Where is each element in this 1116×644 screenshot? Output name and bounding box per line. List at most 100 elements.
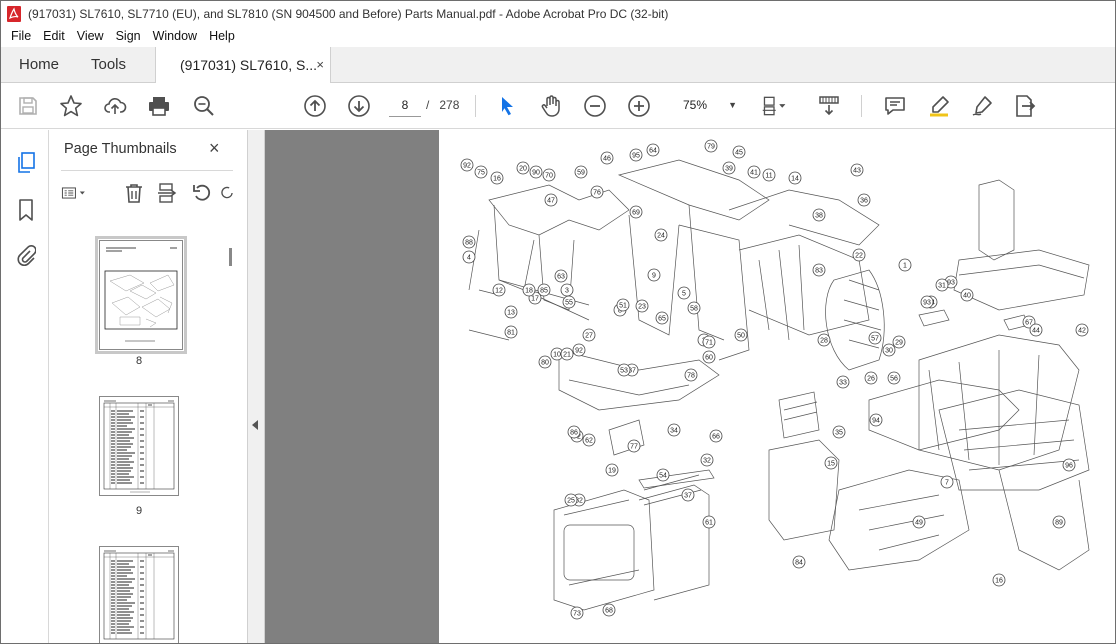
thumbnail-page-8[interactable] bbox=[95, 236, 187, 354]
part-callout: 5 bbox=[677, 286, 691, 300]
callout-number: 15 bbox=[827, 461, 835, 468]
callout-number: 63 bbox=[557, 274, 565, 281]
page-thumbnails-icon[interactable] bbox=[13, 150, 39, 176]
close-panel-icon[interactable]: × bbox=[209, 138, 220, 159]
part-callout: 75 bbox=[474, 165, 488, 179]
menu-view[interactable]: View bbox=[71, 26, 110, 46]
zoom-out-icon[interactable] bbox=[582, 93, 608, 119]
callout-number: 79 bbox=[707, 144, 715, 151]
page-display-icon[interactable] bbox=[761, 93, 787, 119]
thumbnail-options-icon[interactable] bbox=[61, 180, 87, 206]
hand-tool-icon[interactable] bbox=[538, 93, 564, 119]
thumbnail-page-10[interactable] bbox=[99, 546, 179, 643]
zoom-search-icon[interactable] bbox=[191, 93, 217, 119]
zoom-select[interactable]: 75% ▼ bbox=[669, 93, 745, 117]
menu-edit[interactable]: Edit bbox=[37, 26, 71, 46]
part-callout: 81 bbox=[504, 325, 518, 339]
highlight-pen-icon[interactable] bbox=[926, 93, 952, 119]
callout-number: 69 bbox=[632, 210, 640, 217]
callout-number: 60 bbox=[705, 355, 713, 362]
callout-number: 92 bbox=[463, 163, 471, 170]
callout-number: 49 bbox=[915, 520, 923, 527]
callout-number: 40 bbox=[963, 293, 971, 300]
part-callout: 11 bbox=[762, 168, 776, 182]
callout-number: 47 bbox=[547, 198, 555, 205]
next-page-icon[interactable] bbox=[346, 93, 372, 119]
part-callout: 40 bbox=[960, 288, 974, 302]
part-callout: 45 bbox=[732, 145, 746, 159]
bookmarks-icon[interactable] bbox=[13, 197, 39, 223]
callout-number: 93 bbox=[923, 300, 931, 307]
part-callout: 42 bbox=[1075, 323, 1089, 337]
diagram-linework bbox=[468, 159, 1090, 611]
callout-number: 27 bbox=[585, 333, 593, 340]
previous-page-icon[interactable] bbox=[302, 93, 328, 119]
part-callout: 27 bbox=[582, 328, 596, 342]
fill-sign-icon[interactable] bbox=[969, 93, 995, 119]
part-callout: 68 bbox=[602, 603, 616, 617]
chevron-left-icon bbox=[252, 420, 258, 430]
callout-number: 92 bbox=[575, 348, 583, 355]
panel-toolbar bbox=[49, 176, 247, 210]
scroll-mode-icon[interactable] bbox=[816, 93, 842, 119]
window-title: (917031) SL7610, SL7710 (EU), and SL7810… bbox=[28, 7, 669, 21]
callout-number: 70 bbox=[545, 173, 553, 180]
menu-file[interactable]: File bbox=[5, 26, 37, 46]
bookmark-star-icon[interactable] bbox=[58, 93, 84, 119]
part-callout: 23 bbox=[635, 299, 649, 313]
part-callout: 25 bbox=[564, 493, 578, 507]
part-callout: 92 bbox=[460, 158, 474, 172]
part-callout: 95 bbox=[629, 148, 643, 162]
part-callout: 77 bbox=[627, 439, 641, 453]
panel-scrollbar[interactable] bbox=[229, 248, 232, 266]
tab-document[interactable]: (917031) SL7610, S... × bbox=[155, 47, 331, 84]
part-callout: 57 bbox=[868, 331, 882, 345]
callout-number: 75 bbox=[477, 170, 485, 177]
document-viewport[interactable]: 92 75 16 20 90 70 46 95 64 79 45 59 39 41 11 14 43 36 47 76… bbox=[265, 130, 1115, 643]
callout-number: 20 bbox=[519, 166, 527, 173]
rotate-right-icon[interactable] bbox=[219, 180, 235, 206]
print-icon[interactable] bbox=[146, 93, 172, 119]
callout-number: 33 bbox=[839, 380, 847, 387]
callout-number: 90 bbox=[532, 170, 540, 177]
thumbnail-page-9[interactable] bbox=[99, 396, 179, 496]
menu-sign[interactable]: Sign bbox=[110, 26, 147, 46]
callout-number: 4 bbox=[467, 255, 471, 262]
attachment-icon[interactable] bbox=[13, 243, 39, 269]
rotate-left-icon[interactable] bbox=[189, 180, 215, 206]
zoom-in-icon[interactable] bbox=[626, 93, 652, 119]
part-callout: 83 bbox=[812, 263, 826, 277]
part-callout: 64 bbox=[646, 143, 660, 157]
panel-collapse-handle[interactable] bbox=[248, 130, 265, 643]
part-callout: 20 bbox=[516, 161, 530, 175]
delete-icon[interactable] bbox=[121, 180, 147, 206]
tab-home[interactable]: Home bbox=[19, 47, 59, 83]
save-icon[interactable] bbox=[15, 93, 41, 119]
callout-number: 68 bbox=[605, 608, 613, 615]
part-callout: 1 bbox=[898, 258, 912, 272]
callout-number: 86 bbox=[570, 430, 578, 437]
close-tab-icon[interactable]: × bbox=[316, 47, 324, 83]
callout-number: 26 bbox=[867, 376, 875, 383]
page-number-input[interactable]: 8 bbox=[389, 93, 421, 117]
part-callout: 4 bbox=[462, 250, 476, 264]
callout-number: 17 bbox=[531, 296, 539, 303]
part-callout: 15 bbox=[824, 456, 838, 470]
part-callout: 86 bbox=[567, 425, 581, 439]
comment-icon[interactable] bbox=[882, 93, 908, 119]
part-callout: 53 bbox=[617, 363, 631, 377]
callout-number: 13 bbox=[507, 310, 515, 317]
main-toolbar: 8 / 278 75% ▼ bbox=[1, 83, 1115, 129]
insert-page-icon[interactable] bbox=[155, 180, 181, 206]
menu-window[interactable]: Window bbox=[147, 26, 203, 46]
part-callout: 96 bbox=[1062, 458, 1076, 472]
callout-number: 35 bbox=[835, 430, 843, 437]
callout-number: 43 bbox=[853, 168, 861, 175]
part-callout: 37 bbox=[681, 488, 695, 502]
edit-pdf-icon[interactable] bbox=[1013, 93, 1039, 119]
select-cursor-icon[interactable] bbox=[494, 93, 520, 119]
callout-number: 23 bbox=[638, 304, 646, 311]
tab-tools[interactable]: Tools bbox=[91, 47, 126, 83]
menu-help[interactable]: Help bbox=[203, 26, 241, 46]
upload-cloud-icon[interactable] bbox=[102, 93, 128, 119]
